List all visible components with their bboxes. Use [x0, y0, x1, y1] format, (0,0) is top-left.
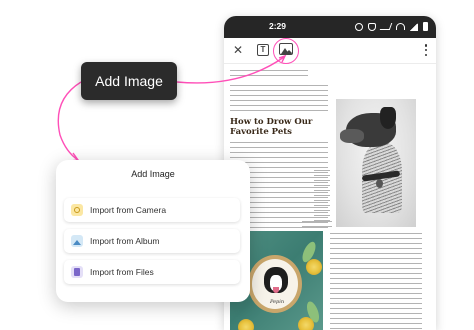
- import-album-label: Import from Album: [90, 236, 160, 246]
- sheet-title: Add Image: [131, 169, 175, 179]
- wifi-icon: [396, 23, 405, 30]
- editor-toolbar: ✕ T: [224, 38, 436, 64]
- article-text: [302, 221, 332, 227]
- article-text: [230, 85, 328, 111]
- arrow-to-sheet: [57, 81, 82, 161]
- status-icons: [355, 22, 428, 31]
- import-album-option[interactable]: Import from Album: [64, 229, 240, 253]
- close-icon[interactable]: ✕: [232, 44, 244, 56]
- battery-icon: [423, 22, 428, 31]
- article-text: [330, 233, 422, 330]
- status-time: 2:29: [269, 21, 287, 31]
- image-icon[interactable]: [279, 43, 293, 55]
- signal-icon: [410, 22, 418, 31]
- article-content: How to Drow Our Favorite Pets Pepin: [224, 65, 436, 330]
- embroidery-name: Pepin: [269, 299, 285, 305]
- alarm-icon: [355, 22, 363, 31]
- add-image-sheet: Add Image Import from Camera Import from…: [56, 160, 250, 302]
- import-camera-label: Import from Camera: [90, 205, 167, 215]
- add-image-callout: Add Image: [81, 62, 177, 100]
- bluetooth-icon: [379, 23, 393, 30]
- import-files-label: Import from Files: [90, 267, 154, 277]
- import-files-option[interactable]: Import from Files: [64, 260, 240, 284]
- import-camera-option[interactable]: Import from Camera: [64, 198, 240, 222]
- files-icon: [71, 266, 83, 278]
- status-bar: 2:29: [224, 16, 436, 38]
- text-icon[interactable]: T: [257, 44, 269, 56]
- stage: 2:29 ✕ T How to Drow Our Favorite Pets P…: [0, 0, 474, 330]
- camera-icon: [71, 204, 83, 216]
- album-icon: [71, 235, 83, 247]
- more-options-icon[interactable]: [424, 44, 428, 56]
- article-text: [230, 70, 308, 76]
- phone-frame: 2:29 ✕ T How to Drow Our Favorite Pets P…: [224, 16, 436, 330]
- cat-icon: [368, 22, 376, 31]
- article-text: [314, 170, 330, 225]
- dog-drawing-image: [336, 99, 416, 227]
- article-title: How to Drow Our Favorite Pets: [230, 117, 313, 137]
